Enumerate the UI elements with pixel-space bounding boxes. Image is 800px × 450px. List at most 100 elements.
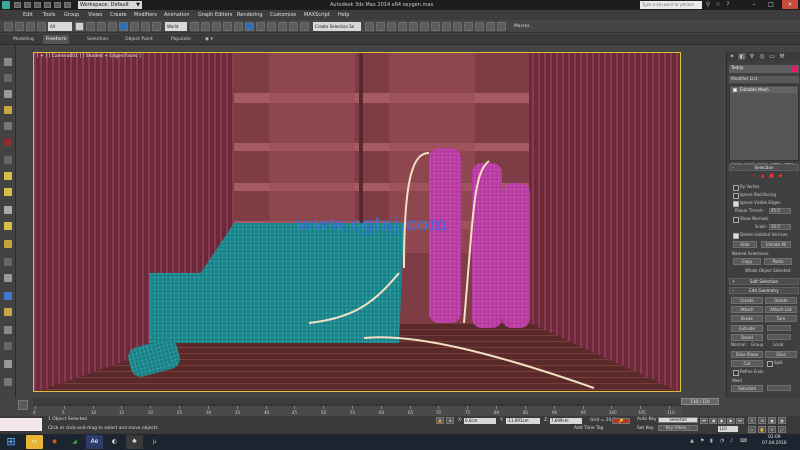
turn-button[interactable]: Turn xyxy=(765,315,797,322)
effects-icon[interactable] xyxy=(464,22,473,31)
by-vertex-checkbox[interactable]: By Vertex xyxy=(733,184,759,191)
scale-icon[interactable] xyxy=(141,22,150,31)
key-filters-button[interactable]: Key Filters... xyxy=(658,425,698,431)
paste-button[interactable]: Paste xyxy=(764,258,792,265)
menu-modifiers[interactable]: Modifiers xyxy=(134,10,157,20)
keyboard-shortcut-icon[interactable] xyxy=(212,22,221,31)
previous-frame-icon[interactable]: ◀ xyxy=(709,418,717,424)
torus-icon[interactable] xyxy=(4,240,12,248)
render-iterative-icon[interactable] xyxy=(442,22,451,31)
named-selection-dropdown[interactable]: Create Selection Se xyxy=(313,22,361,31)
y-coordinate-field[interactable]: -11,991cm xyxy=(506,418,540,424)
set-key-button[interactable]: 🔑 xyxy=(612,418,630,424)
create-button[interactable]: Create xyxy=(731,297,763,304)
menu-graph-editors[interactable]: Graph Editors xyxy=(198,10,232,20)
taskbar-clock[interactable]: 02:09 07.04.2016 xyxy=(762,435,787,447)
slice-button[interactable]: Slice xyxy=(765,351,797,358)
tab-modeling[interactable]: Modeling xyxy=(10,35,37,44)
break-button[interactable]: Break xyxy=(731,315,763,322)
undo-icon[interactable] xyxy=(44,2,51,8)
scale-alt-icon[interactable] xyxy=(152,22,161,31)
more-tools-icon[interactable] xyxy=(4,378,12,386)
delete-button[interactable]: Delete xyxy=(765,297,797,304)
file-explorer-icon[interactable]: ▭ xyxy=(26,435,43,449)
zoom-extents-all-icon[interactable]: ▦ xyxy=(778,417,786,424)
attach-button[interactable]: Attach xyxy=(731,306,763,313)
face-mode-icon[interactable]: ▲ xyxy=(759,173,766,180)
tray-network-icon[interactable]: ◔ xyxy=(720,438,724,444)
menu-rendering[interactable]: Rendering xyxy=(237,10,263,20)
project-folder-icon[interactable] xyxy=(64,2,71,8)
bevel-button[interactable]: Bevel xyxy=(731,334,763,341)
object-name-field[interactable] xyxy=(729,65,799,73)
utorrent-icon[interactable]: µ xyxy=(146,435,163,449)
move-icon[interactable] xyxy=(119,22,128,31)
rendered-frame-icon[interactable] xyxy=(420,22,429,31)
scale-spinner[interactable]: 20.0 xyxy=(769,224,791,230)
percent-snap-icon[interactable] xyxy=(245,22,254,31)
curve-editor-icon[interactable] xyxy=(376,22,385,31)
modify-tab-icon[interactable]: ◐ xyxy=(738,53,746,60)
show-normals-checkbox[interactable]: Show Normals xyxy=(733,216,769,223)
key-mode-dropdown[interactable]: Selected xyxy=(658,417,698,423)
cylinder-icon[interactable] xyxy=(4,74,12,82)
teapot-icon[interactable] xyxy=(4,138,12,146)
chain-icon[interactable] xyxy=(4,360,12,368)
auto-key-label[interactable]: Auto Key xyxy=(637,417,657,422)
ignore-backfacing-checkbox[interactable]: Ignore Backfacing xyxy=(733,192,776,199)
absolute-mode-icon[interactable]: ⊕ xyxy=(446,417,454,424)
unlink-icon[interactable] xyxy=(37,22,46,31)
angle-snap-icon[interactable] xyxy=(234,22,243,31)
tray-flag-icon[interactable]: ⚑ xyxy=(700,438,704,444)
play-icon[interactable]: ▶ xyxy=(718,418,726,424)
hose-icon[interactable] xyxy=(4,326,12,334)
minimize-button[interactable]: – xyxy=(746,0,762,9)
edge-mode-icon[interactable]: ◁ xyxy=(750,173,757,180)
active-shade-icon[interactable] xyxy=(475,22,484,31)
soft-selection-rollout[interactable]: + Soft Selection xyxy=(729,278,799,285)
selection-rollout[interactable]: – Selection xyxy=(729,164,799,171)
next-frame-icon[interactable]: ▶ xyxy=(727,418,735,424)
hide-button[interactable]: Hide xyxy=(733,241,757,248)
viewport-label[interactable]: [ + ] [ Camera001 ] [ Shaded + Edged Fac… xyxy=(37,54,141,59)
layer-manager-icon[interactable] xyxy=(300,22,309,31)
camera-icon[interactable] xyxy=(4,122,12,130)
element-mode-icon[interactable]: ◆ xyxy=(777,173,784,180)
redo-icon[interactable] xyxy=(54,2,61,8)
maximize-button[interactable]: □ xyxy=(763,0,779,9)
water-icon[interactable] xyxy=(4,292,12,300)
binoculars-icon[interactable]: ⚲ xyxy=(704,1,712,9)
group-radio[interactable]: Group xyxy=(751,342,763,348)
pan-icon[interactable]: ✋ xyxy=(758,426,766,433)
track-bar[interactable]: 0 5 10 15 20 25 30 35 40 45 50 55 60 65 70 75 80 85 90 95 10… xyxy=(33,405,683,416)
set-key-label[interactable]: Set Key xyxy=(637,426,654,431)
field-of-view-icon[interactable]: ▷ xyxy=(748,426,756,433)
helper-icon[interactable] xyxy=(4,274,12,282)
pivot-center-icon[interactable] xyxy=(190,22,199,31)
copy-button[interactable]: Copy xyxy=(733,258,761,265)
mirror-icon[interactable] xyxy=(278,22,287,31)
split-checkbox[interactable]: Split xyxy=(767,360,783,367)
select-by-name-icon[interactable] xyxy=(86,22,95,31)
environment-icon[interactable] xyxy=(453,22,462,31)
object-color-swatch[interactable] xyxy=(791,66,798,72)
hierarchy-tab-icon[interactable]: ♆ xyxy=(748,53,756,60)
maxscript-listener[interactable] xyxy=(0,418,42,431)
close-button[interactable]: ✕ xyxy=(782,0,798,9)
tray-up-arrow-icon[interactable]: ▲ xyxy=(690,438,694,444)
cut-button[interactable]: Cut xyxy=(731,360,763,367)
menu-views[interactable]: Views xyxy=(88,10,102,20)
menu-edit[interactable]: Edit xyxy=(23,10,33,20)
lock-selection-icon[interactable]: 🔒 xyxy=(436,417,444,424)
manipulate-icon[interactable] xyxy=(201,22,210,31)
bevel-spinner[interactable] xyxy=(767,334,791,340)
box-icon[interactable] xyxy=(4,90,12,98)
tab-populate[interactable]: Populate xyxy=(168,35,194,44)
x-coordinate-field[interactable]: 0,0cm xyxy=(464,418,496,424)
windows-start-icon[interactable]: ⊞ xyxy=(4,436,18,448)
z-coordinate-field[interactable]: 7,699cm xyxy=(550,418,582,424)
plane-icon[interactable] xyxy=(4,206,12,214)
select-object-icon[interactable] xyxy=(75,22,84,31)
attach-list-button[interactable]: Attach List xyxy=(765,306,797,313)
light-icon[interactable] xyxy=(4,106,12,114)
